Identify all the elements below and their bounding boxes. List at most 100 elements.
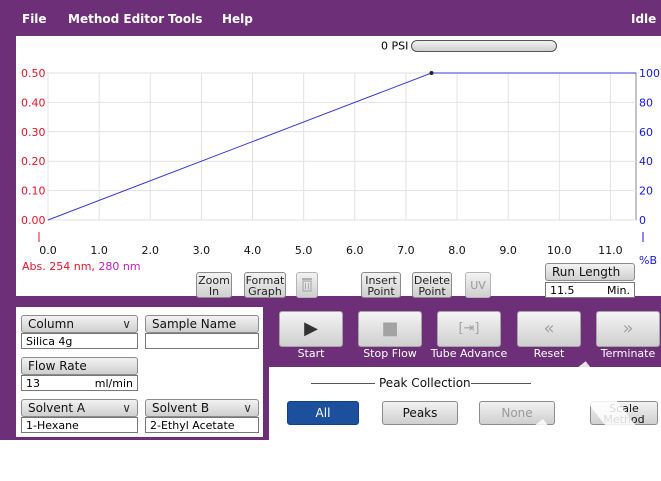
play-icon: ▶ bbox=[304, 318, 318, 339]
run-length-label: Run Length bbox=[545, 263, 635, 281]
delete-point-label: Delete Point bbox=[413, 274, 451, 298]
sample-name-field[interactable] bbox=[145, 333, 259, 349]
x-axis-tick-label: 0.0 bbox=[39, 244, 57, 257]
right-axis-tick-label: 60 bbox=[639, 126, 653, 139]
flow-rate-value: 13 bbox=[26, 377, 40, 390]
gradient-point bbox=[429, 71, 434, 75]
rewind-icon: « bbox=[543, 318, 555, 339]
x-axis-tick-label: 3.0 bbox=[193, 244, 211, 257]
chart-grid bbox=[47, 72, 637, 221]
left-axis-tick-label: 0.10 bbox=[21, 185, 46, 198]
trash-icon bbox=[302, 278, 312, 292]
right-axis-tick-label: 40 bbox=[639, 155, 653, 168]
x-axis-tick-label: 4.0 bbox=[244, 244, 261, 257]
column-dropdown[interactable]: Column ∨ bbox=[21, 315, 138, 333]
solvent-b-field[interactable]: 2-Ethyl Acetate bbox=[145, 417, 259, 433]
right-axis-tick-label: 80 bbox=[639, 96, 653, 109]
run-controls-panel: ▶ ■ [⇥] « » Start Stop Flow Tube Advance… bbox=[269, 307, 661, 367]
x-axis-ticks: 0.0 1.0 2.0 3.0 4.0 5.0 6.0 7.0 8.0 9.0 10.0 11.0 bbox=[38, 232, 623, 257]
sample-name-label: Sample Name bbox=[145, 315, 259, 333]
status-text: Idle bbox=[631, 12, 657, 26]
menu-tools[interactable]: Tools bbox=[168, 11, 202, 27]
chevron-down-icon: ∨ bbox=[243, 401, 252, 415]
stop-icon: ■ bbox=[381, 318, 399, 339]
tube-advance-icon: [⇥] bbox=[458, 321, 480, 336]
menu-method-editor[interactable]: Method Editor bbox=[68, 11, 164, 27]
start-button[interactable]: ▶ bbox=[279, 311, 343, 347]
stop-flow-label: Stop Flow bbox=[363, 347, 417, 360]
solvent-a-dropdown[interactable]: Solvent A ∨ bbox=[21, 399, 138, 417]
left-axis-tick-label: 0.40 bbox=[21, 96, 46, 109]
right-axis-tick-label: 100 bbox=[639, 67, 660, 80]
insert-point-button[interactable]: Insert Point bbox=[361, 272, 401, 298]
terminate-label: Terminate bbox=[600, 347, 656, 360]
uv-label: UV bbox=[470, 279, 486, 292]
solvent-b-dropdown[interactable]: Solvent B ∨ bbox=[145, 399, 259, 417]
solvent-b-label: Solvent B bbox=[152, 401, 210, 415]
x-axis-tick-label: 10.0 bbox=[547, 244, 572, 257]
x-axis-tick-label: 2.0 bbox=[142, 244, 160, 257]
x-axis-tick-label: 5.0 bbox=[295, 244, 313, 257]
menu-help[interactable]: Help bbox=[222, 11, 253, 27]
terminate-button[interactable]: » bbox=[596, 311, 660, 347]
run-length-unit: Min. bbox=[606, 284, 630, 297]
peak-collection-header: Peak Collection bbox=[311, 376, 531, 390]
insert-point-label: Insert Point bbox=[365, 274, 397, 298]
left-axis-ticks: 0.50 0.40 0.30 0.20 0.10 0.00 bbox=[21, 67, 46, 227]
x-axis-tick-label: 1.0 bbox=[90, 244, 108, 257]
x-axis-tick-label: 7.0 bbox=[397, 244, 415, 257]
method-parameters-panel: Column ∨ Silica 4g Sample Name Flow Rate… bbox=[16, 307, 263, 437]
delete-graph-button[interactable] bbox=[296, 272, 318, 298]
divider bbox=[471, 383, 531, 384]
x-axis-tick-label: 6.0 bbox=[346, 244, 364, 257]
reset-button[interactable]: « bbox=[517, 311, 581, 347]
column-field[interactable]: Silica 4g bbox=[21, 333, 138, 349]
plot-area bbox=[47, 72, 637, 221]
menu-bar: File Method Editor Tools Help Idle bbox=[0, 0, 661, 38]
format-graph-button[interactable]: Format Graph bbox=[244, 272, 286, 298]
menu-file[interactable]: File bbox=[22, 11, 47, 27]
gradient-chart[interactable]: 0.500.400.300.200.100.00 100806040200%B … bbox=[16, 36, 661, 266]
method-graph-panel: 0 PSI 0.50 0.40 0.30 0.20 0.10 0.00 100 80 60 40… bbox=[16, 36, 661, 298]
chevron-down-icon: ∨ bbox=[122, 317, 131, 331]
left-axis-tick-label: 0.20 bbox=[21, 155, 46, 168]
reset-label: Reset bbox=[533, 347, 565, 360]
zoom-in-label: Zoom In bbox=[198, 274, 230, 298]
left-axis-tick-label: 0.00 bbox=[21, 214, 46, 227]
right-axis-unit: %B bbox=[639, 254, 657, 266]
run-length-value: 11.5 bbox=[550, 284, 575, 297]
divider bbox=[311, 383, 375, 384]
uv-button[interactable]: UV bbox=[465, 272, 491, 298]
solvent-a-field[interactable]: 1-Hexane bbox=[21, 417, 138, 433]
right-axis-tick-label: 20 bbox=[639, 185, 653, 198]
chevron-down-icon: ∨ bbox=[122, 401, 131, 415]
left-axis-tick-label: 0.50 bbox=[21, 67, 46, 80]
right-axis-tick-label: 0 bbox=[639, 214, 646, 227]
delete-point-button[interactable]: Delete Point bbox=[412, 272, 452, 298]
column-label: Column bbox=[28, 317, 74, 331]
absorbance-legend: Abs. 254 nm, 280 nm bbox=[22, 260, 141, 273]
flow-rate-unit: ml/min bbox=[94, 377, 133, 390]
run-length-field[interactable]: 11.5 Min. bbox=[545, 282, 635, 298]
x-axis-tick-label: 9.0 bbox=[499, 244, 517, 257]
legend-abs-254: Abs. 254 nm, bbox=[22, 260, 95, 273]
left-axis-tick-label: 0.30 bbox=[21, 126, 46, 139]
right-axis-ticks: 100 80 60 40 20 0 %B bbox=[639, 67, 660, 266]
fast-forward-icon: » bbox=[622, 318, 634, 339]
flow-rate-label: Flow Rate bbox=[21, 357, 138, 375]
app-window: File Method Editor Tools Help Idle 0 PSI… bbox=[0, 0, 661, 481]
flow-rate-field[interactable]: 13 ml/min bbox=[21, 375, 138, 391]
legend-280: 280 nm bbox=[98, 260, 141, 273]
solvent-a-label: Solvent A bbox=[28, 401, 86, 415]
tube-advance-button[interactable]: [⇥] bbox=[437, 311, 501, 347]
x-axis-tick-label: 11.0 bbox=[598, 244, 623, 257]
collect-peaks-button[interactable]: Peaks bbox=[382, 401, 458, 425]
peak-collection-title: Peak Collection bbox=[379, 376, 471, 390]
start-label: Start bbox=[297, 347, 325, 360]
x-axis-tick-label: 8.0 bbox=[448, 244, 466, 257]
collect-all-button[interactable]: All bbox=[287, 401, 359, 425]
format-graph-label: Format Graph bbox=[245, 274, 285, 298]
tube-advance-label: Tube Advance bbox=[430, 347, 508, 360]
zoom-in-button[interactable]: Zoom In bbox=[196, 272, 232, 298]
stop-flow-button[interactable]: ■ bbox=[358, 311, 422, 347]
